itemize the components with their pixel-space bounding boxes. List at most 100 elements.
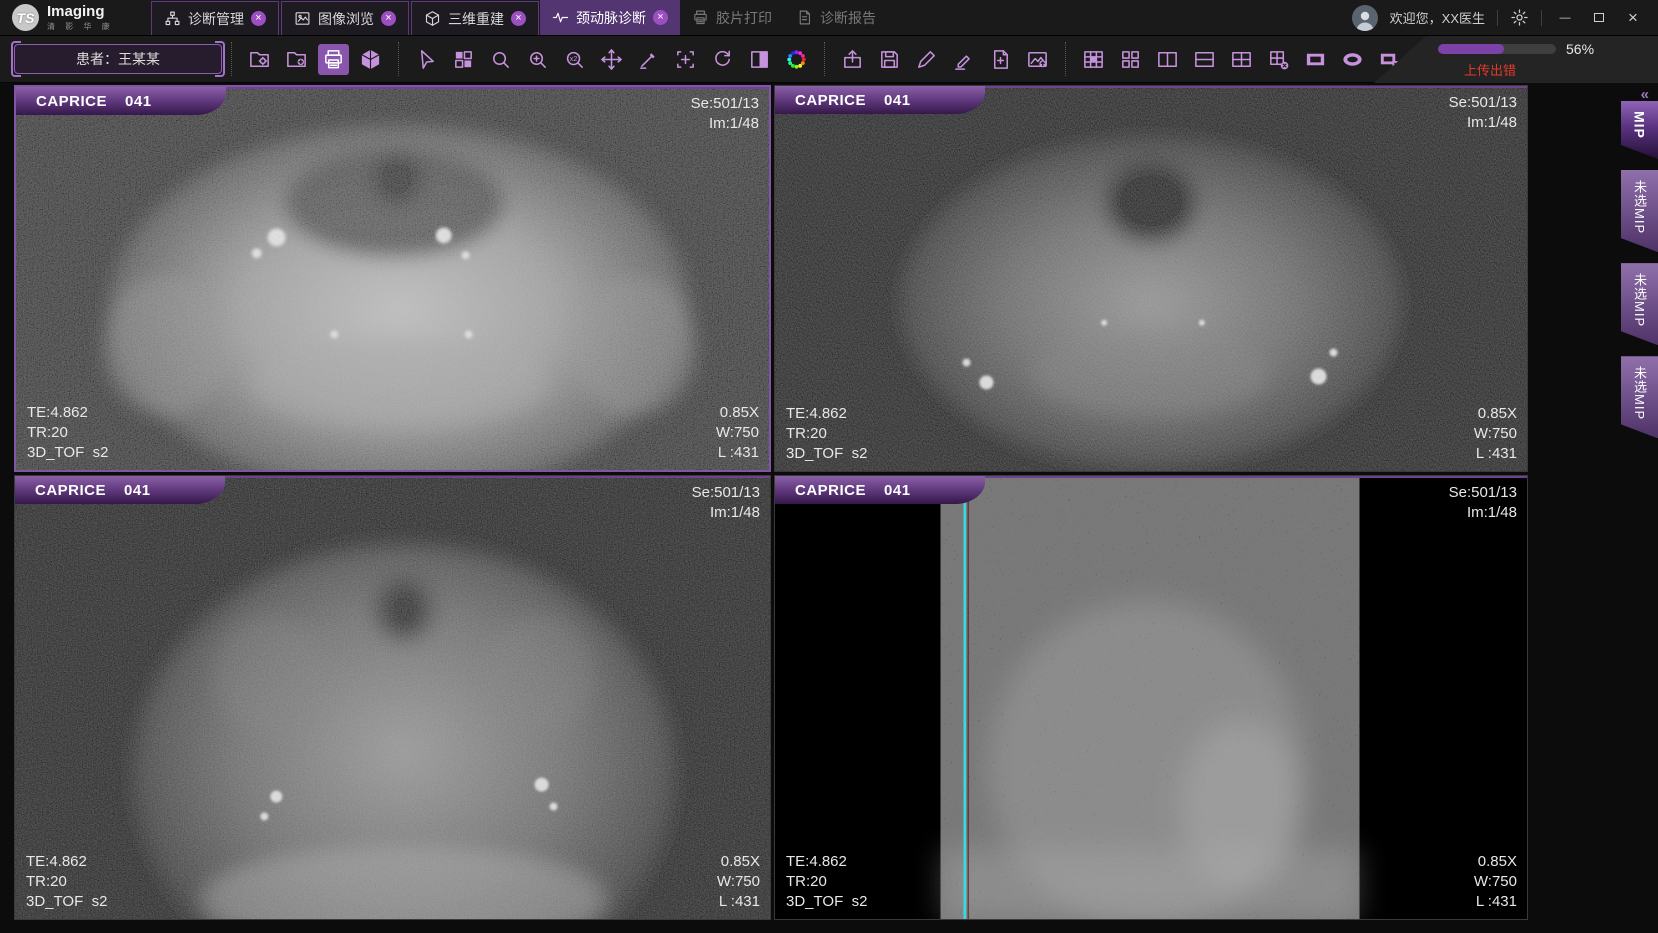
- overlay-window-info: 0.85XW:750L :431: [1474, 404, 1517, 464]
- viewport-1[interactable]: CAPRICE 041 Se:501/13Im:1/48 TE:4.862TR:…: [14, 85, 771, 472]
- upload-status-panel: 56% 上传出错: [1368, 36, 1658, 83]
- color-palette-icon[interactable]: [781, 44, 812, 75]
- overlay-window-info: 0.85XW:750L :431: [716, 403, 759, 463]
- user-greeting: 欢迎您，XX医生: [1390, 8, 1485, 27]
- main-area: CAPRICE 041 Se:501/13Im:1/48 TE:4.862TR:…: [0, 83, 1658, 933]
- user-avatar[interactable]: [1352, 5, 1378, 31]
- report-icon: [796, 9, 813, 26]
- sidebar-tab-unselected-mip-1[interactable]: 未选MIP: [1621, 170, 1658, 252]
- viewport-2[interactable]: CAPRICE 041 Se:501/13Im:1/48 TE:4.862TR:…: [774, 85, 1528, 472]
- minimize-button[interactable]: [1554, 0, 1576, 35]
- report-add-icon[interactable]: [985, 44, 1016, 75]
- cursor-icon[interactable]: [411, 44, 442, 75]
- overlay-acquisition-info: TE:4.862TR:203D_TOF s2: [786, 404, 867, 464]
- sidebar-tab-mip[interactable]: MIP: [1621, 101, 1658, 159]
- grid-remove-icon[interactable]: [1263, 44, 1294, 75]
- close-icon[interactable]: [511, 11, 526, 26]
- title-bar: TS Imaging 清 影 华 康 诊断管理 图像浏览 三维重建 颈动脉诊断: [0, 0, 1658, 36]
- close-icon[interactable]: [381, 11, 396, 26]
- tab-diagnosis-report[interactable]: 诊断报告: [784, 0, 888, 35]
- tab-label: 颈动脉诊断: [576, 8, 646, 28]
- viewport-4[interactable]: CAPRICE 041 Se:501/13Im:1/48 TE:4.862TR:…: [774, 475, 1528, 920]
- export-icon[interactable]: [837, 44, 868, 75]
- overlay-series-info: Se:501/13Im:1/48: [1449, 483, 1517, 523]
- split-horizontal-icon[interactable]: [1189, 44, 1220, 75]
- tab-3d-reconstruction[interactable]: 三维重建: [411, 1, 539, 35]
- search-icon[interactable]: [485, 44, 516, 75]
- tile-layout-icon[interactable]: [448, 44, 479, 75]
- viewport-grid: CAPRICE 041 Se:501/13Im:1/48 TE:4.862TR:…: [14, 85, 1528, 933]
- zoom-x2-icon[interactable]: x2: [559, 44, 590, 75]
- brand-name: Imaging: [47, 4, 114, 19]
- zoom-in-icon[interactable]: [522, 44, 553, 75]
- series-number: 041: [884, 482, 911, 499]
- sidebar-tab-label: 未选MIP: [1630, 366, 1649, 420]
- ellipse-shutter-icon[interactable]: [1337, 44, 1368, 75]
- module-tabs: 诊断管理 图像浏览 三维重建 颈动脉诊断 胶片打印 诊断报告: [150, 0, 888, 35]
- series-label-tab: CAPRICE 041: [775, 86, 985, 114]
- tab-carotid-diagnosis[interactable]: 颈动脉诊断: [540, 0, 680, 35]
- cube-icon: [424, 10, 441, 27]
- scanner-name: CAPRICE: [795, 482, 866, 499]
- sidebar-tab-unselected-mip-2[interactable]: 未选MIP: [1621, 263, 1658, 345]
- tab-image-browse[interactable]: 图像浏览: [281, 1, 409, 35]
- tab-diagnosis-management[interactable]: 诊断管理: [151, 1, 279, 35]
- upload-progress-bar: [1438, 44, 1556, 54]
- logo-icon: TS: [12, 4, 39, 31]
- grid-2x2-icon[interactable]: [1226, 44, 1257, 75]
- org-chart-icon: [164, 10, 181, 27]
- scanner-name: CAPRICE: [36, 93, 107, 110]
- tab-film-print[interactable]: 胶片打印: [680, 0, 784, 35]
- mri-coronal-image: [775, 476, 1527, 919]
- cube-3d-icon[interactable]: [355, 44, 386, 75]
- mri-axial-image: [775, 86, 1527, 471]
- save-icon[interactable]: [874, 44, 905, 75]
- sidebar-tab-label: MIP: [1632, 111, 1648, 141]
- series-number: 041: [124, 482, 151, 499]
- gear-icon[interactable]: [1510, 8, 1529, 27]
- annotate-add-icon[interactable]: [670, 44, 701, 75]
- overlay-acquisition-info: TE:4.862TR:203D_TOF s2: [786, 852, 867, 912]
- toolbar-separator: [824, 42, 825, 76]
- tab-label: 诊断报告: [820, 8, 876, 28]
- patient-chip: 患者：王某某: [14, 44, 222, 74]
- tab-label: 三维重建: [448, 9, 504, 29]
- sidebar-tab-label: 未选MIP: [1630, 273, 1649, 327]
- print-icon[interactable]: [318, 44, 349, 75]
- close-icon[interactable]: [251, 11, 266, 26]
- grid-dense-icon[interactable]: [1078, 44, 1109, 75]
- series-number: 041: [884, 92, 911, 109]
- mip-tab-list: MIP 未选MIP 未选MIP 未选MIP: [1621, 101, 1658, 438]
- sidebar-tab-label: 未选MIP: [1630, 180, 1649, 234]
- split-vertical-icon[interactable]: [1152, 44, 1183, 75]
- overlay-series-info: Se:501/13Im:1/48: [692, 483, 760, 523]
- pan-icon[interactable]: [596, 44, 627, 75]
- divider: [1497, 10, 1498, 26]
- sidebar-tab-unselected-mip-3[interactable]: 未选MIP: [1621, 356, 1658, 438]
- folder-settings-icon[interactable]: [244, 44, 275, 75]
- line-draw-icon[interactable]: [948, 44, 979, 75]
- image-export-icon[interactable]: [1022, 44, 1053, 75]
- maximize-button[interactable]: [1588, 0, 1610, 35]
- overlay-series-info: Se:501/13Im:1/48: [1449, 93, 1517, 133]
- rect-shutter-icon[interactable]: [1300, 44, 1331, 75]
- upload-error-text: 上传出错: [1464, 60, 1658, 79]
- viewport-3[interactable]: CAPRICE 041 Se:501/13Im:1/48 TE:4.862TR:…: [14, 475, 771, 920]
- app-logo: TS Imaging 清 影 华 康: [0, 0, 150, 35]
- folder-add-icon[interactable]: [281, 44, 312, 75]
- toolbar-separator: [398, 42, 399, 76]
- toolbar-separator: [1065, 42, 1066, 76]
- rotate-icon[interactable]: [707, 44, 738, 75]
- measure-icon[interactable]: [633, 44, 664, 75]
- reference-line: [963, 476, 966, 919]
- scanner-name: CAPRICE: [35, 482, 106, 499]
- close-icon[interactable]: [653, 10, 668, 25]
- window-level-icon[interactable]: [744, 44, 775, 75]
- brush-icon[interactable]: [911, 44, 942, 75]
- svg-text:x2: x2: [570, 55, 578, 63]
- series-label-tab: CAPRICE 041: [15, 476, 225, 504]
- close-window-button[interactable]: [1622, 0, 1644, 35]
- toolbar: 患者：王某某 x2 56% 上传出错: [0, 36, 1658, 83]
- toolbar-separator: [231, 42, 232, 76]
- layout-blocks-icon[interactable]: [1115, 44, 1146, 75]
